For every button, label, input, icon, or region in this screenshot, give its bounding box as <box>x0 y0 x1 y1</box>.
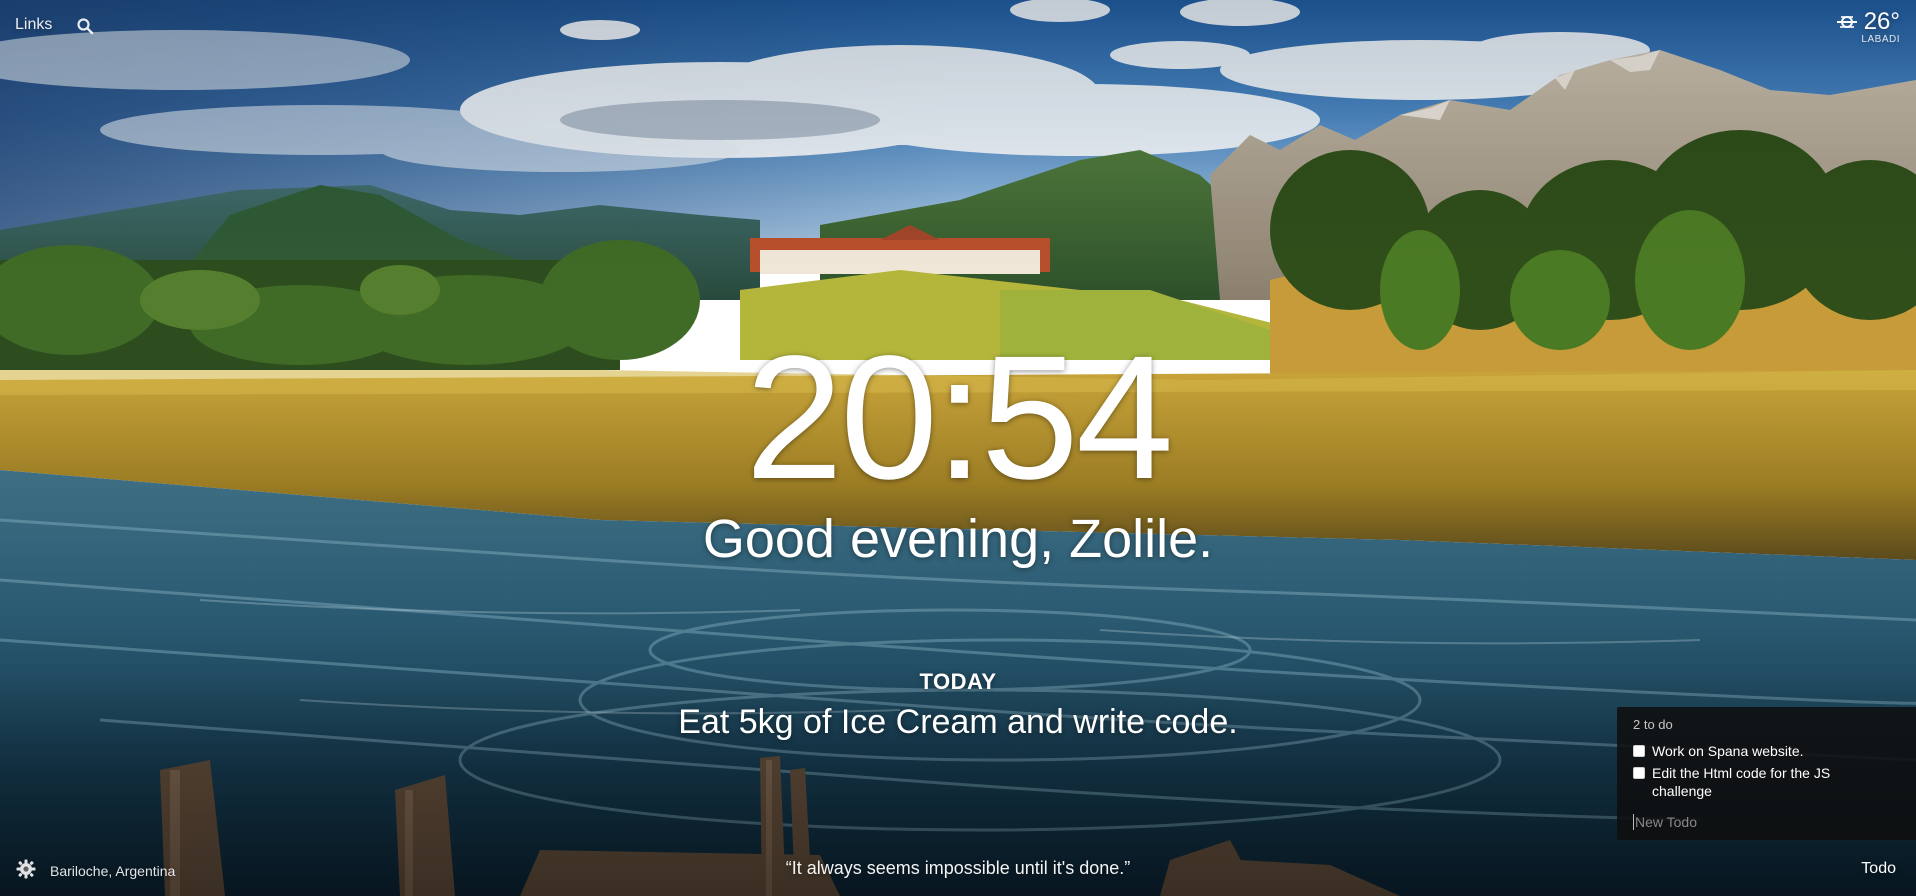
greeting-text: Good evening, Zolile. <box>702 509 1214 569</box>
todo-checkbox[interactable] <box>1633 767 1645 779</box>
todo-toggle-button[interactable]: Todo <box>1861 860 1896 878</box>
clock-time: 20:54 <box>745 320 1173 516</box>
todo-item: Work on Spana website. <box>1633 742 1902 760</box>
todo-item-text: Work on Spana website. <box>1652 743 1804 759</box>
new-todo-input[interactable] <box>1633 814 1875 830</box>
todo-item: Edit the Html code for the JS challenge <box>1633 764 1902 800</box>
weather-widget[interactable]: 26° LABADI <box>1836 8 1900 45</box>
weather-temperature: 26° <box>1863 8 1900 35</box>
todo-item-text: Edit the Html code for the JS challenge <box>1652 765 1831 799</box>
search-button[interactable] <box>76 17 94 35</box>
todo-checkbox[interactable] <box>1633 745 1645 757</box>
search-icon <box>77 18 94 35</box>
daily-quote: “It always seems impossible until it's d… <box>785 858 1131 878</box>
weather-location: LABADI <box>1861 34 1900 45</box>
weather-haze-icon <box>1836 16 1857 28</box>
todo-count: 2 to do <box>1633 717 1673 732</box>
focus-label: TODAY <box>919 669 997 694</box>
links-button[interactable]: Links <box>15 16 52 34</box>
todo-panel: 2 to do Work on Spana website. Edit the … <box>1617 707 1916 840</box>
